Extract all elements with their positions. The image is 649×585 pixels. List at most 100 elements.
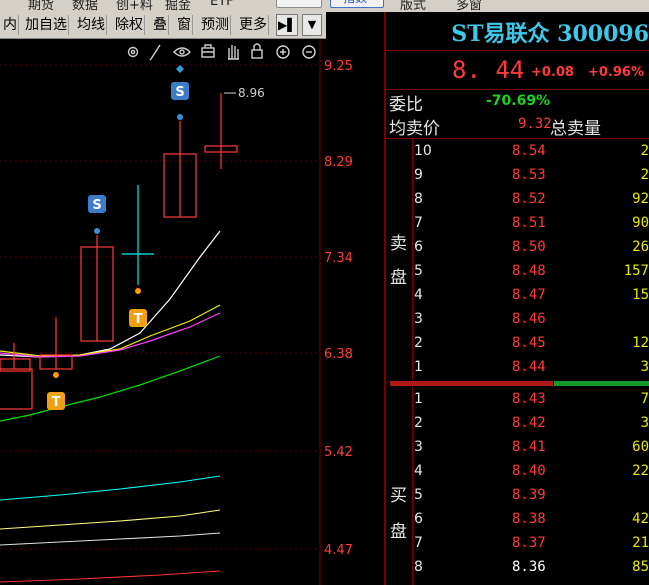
order-level: 5: [414, 487, 423, 503]
sell-order-row[interactable]: 8 8.52 92: [386, 188, 649, 212]
weibi-row: 委比 -70.69%: [386, 90, 649, 115]
buy-order-row[interactable]: 6 8.38 42: [386, 508, 649, 532]
avg-sell-label: 均卖价: [389, 119, 440, 139]
price-tick: 8.29: [324, 155, 353, 170]
price-grid: [0, 64, 320, 550]
menu-item-layout[interactable]: 版式: [400, 0, 426, 12]
order-level: 4: [414, 287, 423, 303]
order-price: 8.48: [512, 263, 546, 279]
sell-order-row[interactable]: 4 8.47 15: [386, 284, 649, 308]
menu-item-futures[interactable]: 期货: [28, 0, 54, 12]
order-level: 4: [414, 463, 423, 479]
ma-line-lightyellow: [0, 509, 221, 530]
candle-7: [204, 93, 238, 169]
marker-dot: [177, 114, 183, 120]
buy-order-row[interactable]: 3 8.41 60: [386, 436, 649, 460]
order-volume: 15: [632, 287, 649, 303]
order-price: 8.53: [512, 167, 546, 183]
menu-item-multiwindow[interactable]: 多窗: [456, 0, 482, 12]
lock-icon: [251, 43, 263, 59]
sell-pressure-bar: [390, 381, 553, 386]
candle-2: [0, 343, 31, 372]
order-volume: 7: [640, 391, 649, 407]
toolbar-dropdown-button[interactable]: ▼: [302, 14, 322, 36]
order-level: 6: [414, 239, 423, 255]
order-price: 8.44: [512, 359, 546, 375]
sell-order-row[interactable]: 5 8.48 157: [386, 260, 649, 284]
buy-order-row[interactable]: 5 8.39: [386, 484, 649, 508]
order-volume: 12: [632, 335, 649, 351]
settings-gear-icon: [127, 46, 139, 58]
order-price: 8.46: [512, 311, 546, 327]
divider: [386, 50, 649, 51]
toolbar-item-forecast[interactable]: 预测: [200, 15, 231, 35]
sell-order-row[interactable]: 2 8.45 12: [386, 332, 649, 356]
price-change: +0.08: [531, 65, 574, 80]
sell-order-row[interactable]: 10 8.54 2: [386, 140, 649, 164]
order-price: 8.54: [512, 143, 546, 159]
sell-order-row[interactable]: 1 8.44 3: [386, 356, 649, 380]
menu-item-research[interactable]: 创+料: [116, 0, 153, 12]
toolbar-item-add-watchlist[interactable]: 加自选: [24, 15, 69, 35]
diamond-marker-icon: [176, 65, 184, 73]
sell-order-row[interactable]: 3 8.46: [386, 308, 649, 332]
menu-item-etf[interactable]: ETF: [210, 0, 234, 9]
eye-icon: [173, 47, 191, 57]
chart-tool-icons: [127, 43, 316, 61]
price-tick: 9.25: [324, 59, 353, 74]
quote-panel: ST易联众 300096 8. 44 +0.08 +0.96% 委比 -70.6…: [386, 12, 649, 585]
order-level: 10: [414, 143, 432, 159]
order-price: 8.41: [512, 439, 546, 455]
kline-chart[interactable]: 8.96 S S T T: [0, 39, 384, 585]
svg-text:T: T: [52, 395, 61, 410]
buy-order-row[interactable]: 8 8.36 85: [386, 556, 649, 580]
toolbar-item-window[interactable]: 窗: [176, 15, 193, 35]
order-level: 8: [414, 559, 423, 575]
order-level: 1: [414, 391, 423, 407]
price-tick: 5.42: [324, 445, 353, 460]
order-volume: 21: [632, 535, 649, 551]
menu-item-juejin[interactable]: 掘金: [165, 0, 191, 12]
order-volume: 3: [640, 359, 649, 375]
order-volume: 85: [632, 559, 649, 575]
toolbar-item-more[interactable]: 更多: [238, 15, 269, 35]
toolbar-item-ma[interactable]: 均线: [76, 15, 107, 35]
buy-order-row[interactable]: 2 8.42 3: [386, 412, 649, 436]
order-price: 8.50: [512, 239, 546, 255]
ma-line-white-lower: [0, 532, 221, 546]
divider: [386, 138, 649, 139]
buy-signal-icon: T: [47, 392, 65, 410]
menu-item-data[interactable]: 数据: [72, 0, 98, 12]
buy-order-row[interactable]: 7 8.37 21: [386, 532, 649, 556]
order-volume: 3: [640, 415, 649, 431]
sell-order-row[interactable]: 9 8.53 2: [386, 164, 649, 188]
order-volume: 2: [640, 143, 649, 159]
order-price: 8.51: [512, 215, 546, 231]
price-tick: 7.34: [324, 251, 353, 266]
toolbar-item-overlay[interactable]: 叠: [152, 15, 169, 35]
menu-button-index[interactable]: 指数: [330, 0, 384, 8]
order-level: 1: [414, 359, 423, 375]
order-level: 5: [414, 263, 423, 279]
order-volume: 157: [623, 263, 649, 279]
menu-button-blank[interactable]: [276, 0, 322, 8]
order-level: 6: [414, 511, 423, 527]
order-level: 3: [414, 439, 423, 455]
chart-toolbar: 内 加自选 均线 除权 叠 窗 预测 更多 ▶▌ ▼: [0, 12, 326, 39]
marker-dot: [53, 372, 59, 378]
order-level: 3: [414, 311, 423, 327]
price-tick: 6.38: [324, 347, 353, 362]
buy-order-row[interactable]: 1 8.43 7: [386, 388, 649, 412]
toolbar-more-arrow[interactable]: ▶▌: [276, 14, 299, 36]
high-price-label: 8.96: [238, 86, 265, 100]
svg-text:S: S: [175, 85, 184, 100]
sell-order-row[interactable]: 6 8.50 26: [386, 236, 649, 260]
toolbar-item-ex-rights[interactable]: 除权: [114, 15, 145, 35]
candle-3: [39, 317, 73, 370]
price-change-pct: +0.96%: [588, 65, 644, 80]
order-level: 7: [414, 535, 423, 551]
sell-order-row[interactable]: 7 8.51 90: [386, 212, 649, 236]
buy-order-row[interactable]: 4 8.40 22: [386, 460, 649, 484]
toolbar-item-inner[interactable]: 内: [2, 15, 19, 35]
price-tick: 4.47: [324, 543, 353, 558]
